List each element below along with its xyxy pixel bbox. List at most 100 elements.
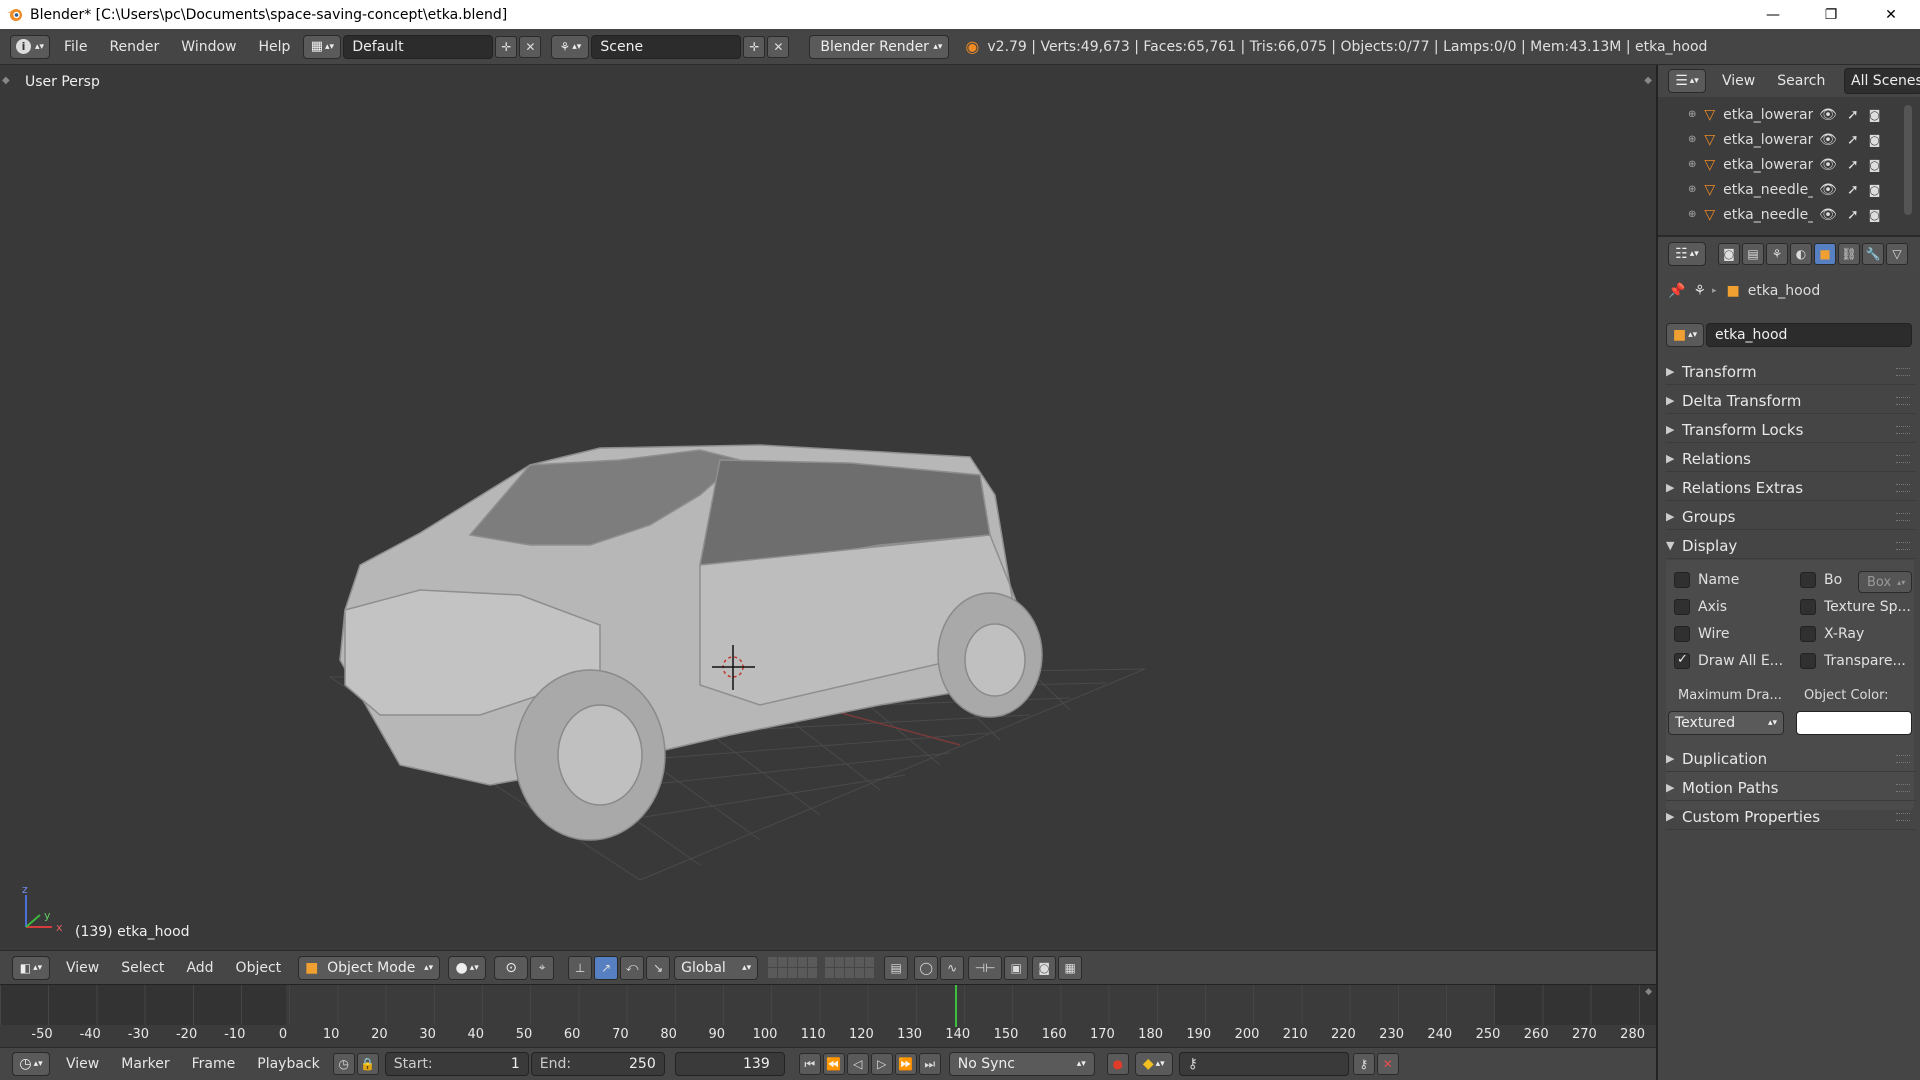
panel-display[interactable]: ▼ Display xyxy=(1666,533,1916,559)
drag-grip-icon[interactable] xyxy=(1896,755,1910,763)
keying-set-dropdown[interactable]: ◆ ▴▾ xyxy=(1134,1052,1173,1076)
manipulator-toggle-icon[interactable]: ⌖ xyxy=(530,955,555,980)
close-button[interactable]: ✕ xyxy=(1862,0,1920,29)
pin-icon[interactable]: 📌 xyxy=(1668,283,1685,299)
object-browse-button[interactable]: ■ ▴▾ xyxy=(1666,323,1704,347)
visibility-eye-icon[interactable]: 👁 xyxy=(1819,157,1837,173)
delete-keyframe-icon[interactable]: ✕ xyxy=(1376,1053,1399,1075)
panel-delta-transform[interactable]: ▶ Delta Transform xyxy=(1666,388,1916,414)
object-color-swatch[interactable] xyxy=(1796,711,1912,735)
timeline-corner-icon[interactable]: ◆ xyxy=(1645,987,1652,997)
xray-checkbox[interactable]: X-Ray xyxy=(1800,626,1864,642)
scale-manipulator-icon[interactable]: ↘ xyxy=(646,955,671,980)
object-tab-icon[interactable]: ■ xyxy=(1814,243,1836,265)
panel-duplication[interactable]: ▶ Duplication xyxy=(1666,746,1916,772)
select-arrow-icon[interactable]: ➚ xyxy=(1847,157,1859,173)
texture-space-checkbox[interactable]: Texture Sp... xyxy=(1800,599,1911,615)
bounds-type-dropdown[interactable]: Box ▴▾ xyxy=(1858,571,1912,593)
render-camera-icon[interactable]: ◙ xyxy=(1869,108,1881,122)
visibility-eye-icon[interactable]: 👁 xyxy=(1819,107,1837,123)
menu-file[interactable]: File xyxy=(64,39,87,55)
editor-type-properties-button[interactable]: ☷ ▴▾ xyxy=(1668,242,1706,266)
proportional-edit-icon[interactable]: ◯ xyxy=(914,955,939,980)
outliner-item[interactable]: ⊕ ▽ etka_lowerarm 👁 ➚ ◙ xyxy=(1658,152,1888,177)
outliner-item-name[interactable]: etka_needle_ xyxy=(1723,182,1813,198)
visibility-eye-icon[interactable]: 👁 xyxy=(1819,132,1837,148)
panel-relations-extras[interactable]: ▶ Relations Extras xyxy=(1666,475,1916,501)
menu-help[interactable]: Help xyxy=(258,39,290,55)
menu-tl-view[interactable]: View xyxy=(66,1056,99,1072)
scene-canvas[interactable] xyxy=(0,65,1656,950)
checkbox-box[interactable] xyxy=(1674,572,1690,588)
drag-grip-icon[interactable] xyxy=(1896,368,1910,376)
visibility-eye-icon[interactable]: 👁 xyxy=(1819,182,1837,198)
outliner-item[interactable]: ⊕ ▽ etka_lowerarm 👁 ➚ ◙ xyxy=(1658,102,1888,127)
transparency-checkbox[interactable]: Transpare... xyxy=(1800,653,1906,669)
start-frame-field[interactable]: Start: 1 xyxy=(384,1052,529,1076)
menu-select[interactable]: Select xyxy=(121,960,164,976)
editor-type-timeline-button[interactable]: ◷ ▴▾ xyxy=(12,1052,50,1076)
rotate-manipulator-icon[interactable]: ⤺ xyxy=(620,955,645,980)
panel-custom-properties[interactable]: ▶ Custom Properties xyxy=(1666,804,1916,830)
maximum-draw-type-dropdown[interactable]: Textured ▴▾ xyxy=(1668,711,1784,735)
menu-playback[interactable]: Playback xyxy=(257,1056,319,1072)
data-tab-icon[interactable]: ▽ xyxy=(1886,243,1908,265)
object-name-field[interactable]: etka_hood xyxy=(1706,323,1912,347)
play-reverse-icon[interactable]: ◁ xyxy=(846,1053,869,1075)
panel-relations[interactable]: ▶ Relations xyxy=(1666,446,1916,472)
layout-name-field[interactable]: Default xyxy=(343,34,494,59)
prev-keyframe-icon[interactable]: ⏪ xyxy=(822,1053,845,1075)
pivot-point-dropdown[interactable]: ⊙ xyxy=(494,955,529,980)
snap-element-dropdown[interactable]: ⊣⊢ xyxy=(968,955,1003,980)
current-frame-field[interactable]: 139 xyxy=(674,1052,785,1076)
menu-frame[interactable]: Frame xyxy=(192,1056,236,1072)
sync-mode-dropdown[interactable]: No Sync ▴▾ xyxy=(948,1052,1095,1076)
bounds-checkbox[interactable]: Bo xyxy=(1800,572,1842,588)
falloff-icon[interactable]: ∿ xyxy=(940,955,965,980)
drag-grip-icon[interactable] xyxy=(1896,484,1910,492)
outliner-list[interactable]: ⊕ ▽ etka_lowerarm 👁 ➚ ◙ ⊕ ▽ etka_lowerar… xyxy=(1658,97,1920,257)
render-tab-icon[interactable]: ◙ xyxy=(1718,243,1740,265)
menu-outliner-view[interactable]: View xyxy=(1722,73,1755,89)
display-mode-dropdown[interactable]: All Scenes xyxy=(1844,68,1920,94)
3d-viewport[interactable]: User Persp ◆ ◆ z y x (139) etka_hood xyxy=(0,65,1656,950)
scene-selector[interactable]: ⚘ ▴▾ xyxy=(551,34,590,59)
editor-type-outliner-button[interactable]: ☰ ▴▾ xyxy=(1668,69,1706,93)
outliner-item-name[interactable]: etka_lowerarm xyxy=(1723,132,1813,148)
outliner-item-name[interactable]: etka_lowerarm xyxy=(1723,107,1813,123)
next-keyframe-icon[interactable]: ⏩ xyxy=(894,1053,917,1075)
active-keying-set-field[interactable]: ⚷ xyxy=(1178,1052,1349,1076)
drag-grip-icon[interactable] xyxy=(1896,813,1910,821)
checkbox-box[interactable] xyxy=(1800,599,1816,615)
panel-transform-locks[interactable]: ▶ Transform Locks xyxy=(1666,417,1916,443)
drag-grip-icon[interactable] xyxy=(1896,513,1910,521)
transform-orientation-dropdown[interactable]: Global ▴▾ xyxy=(674,955,759,980)
outliner-item[interactable]: ⊕ ▽ etka_needle_ 👁 ➚ ◙ xyxy=(1658,177,1888,202)
outliner-item[interactable]: ⊕ ▽ etka_needle_ 👁 ➚ ◙ xyxy=(1658,202,1888,227)
jump-end-icon[interactable]: ⏭ xyxy=(918,1053,941,1075)
remove-scene-button[interactable]: ✕ xyxy=(767,35,790,58)
wire-checkbox[interactable]: Wire xyxy=(1674,626,1730,642)
checkbox-box[interactable] xyxy=(1800,653,1816,669)
render-animation-icon[interactable]: ▦ xyxy=(1058,955,1083,980)
scene-tab-icon[interactable]: ⚘ xyxy=(1766,243,1788,265)
menu-window[interactable]: Window xyxy=(181,39,236,55)
record-icon[interactable]: ● xyxy=(1106,1053,1129,1075)
checkbox-box[interactable] xyxy=(1674,626,1690,642)
layer-buttons-2[interactable] xyxy=(825,957,875,978)
expand-icon[interactable]: ⊕ xyxy=(1688,109,1696,120)
constraints-tab-icon[interactable]: ⛓ xyxy=(1838,243,1860,265)
checkbox-checked[interactable]: ✓ xyxy=(1674,652,1690,669)
editor-type-3dview-button[interactable]: ◧ ▴▾ xyxy=(12,955,50,980)
object-mode-dropdown[interactable]: ■ Object Mode ▴▾ xyxy=(298,955,441,980)
select-arrow-icon[interactable]: ➚ xyxy=(1847,107,1859,123)
remove-layout-button[interactable]: ✕ xyxy=(519,35,542,58)
scene-name-field[interactable]: Scene xyxy=(591,34,742,59)
frame-ruler[interactable]: -50 -40 -30 -20 -10 0 10 20 30 40 50 60 70 80 90 100 110… xyxy=(0,985,1656,1048)
outliner-vertical-scrollbar[interactable] xyxy=(1904,105,1912,215)
visibility-eye-icon[interactable]: 👁 xyxy=(1819,207,1837,223)
menu-render[interactable]: Render xyxy=(109,39,159,55)
insert-keyframe-icon[interactable]: ⚷ xyxy=(1352,1053,1375,1075)
select-arrow-icon[interactable]: ➚ xyxy=(1847,207,1859,223)
world-tab-icon[interactable]: ◐ xyxy=(1790,243,1812,265)
